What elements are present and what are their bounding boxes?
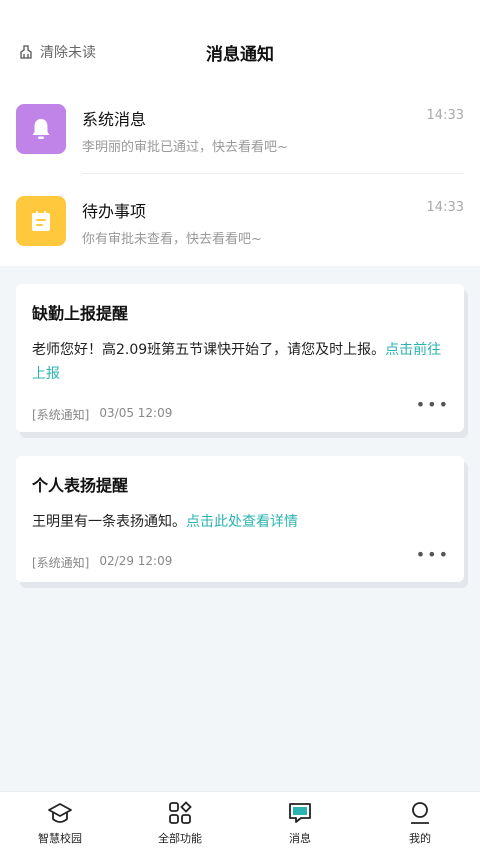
card-time: 03/05 12:09 xyxy=(99,406,173,420)
tab-label: 全部功能 xyxy=(158,831,202,845)
notification-feed: 缺勤上报提醒 老师您好！高2.09班第五节课快开始了，请您及时上报。点击前往上报… xyxy=(0,266,480,791)
card-body: 老师您好！高2.09班第五节课快开始了，请您及时上报。点击前往上报 xyxy=(32,338,448,386)
tab-label: 智慧校园 xyxy=(38,831,82,845)
system-message-icon-box xyxy=(16,104,66,154)
divider xyxy=(82,173,464,174)
page-title: 消息通知 xyxy=(206,45,274,65)
card-body: 王明里有一条表扬通知。点击此处查看详情 xyxy=(32,510,448,534)
tab-messages[interactable]: 消息 xyxy=(240,792,360,853)
apps-grid-icon xyxy=(169,800,192,824)
card-meta: [系统通知] 02/29 12:09 xyxy=(32,554,448,571)
message-time: 14:33 xyxy=(426,200,464,215)
card-time: 02/29 12:09 xyxy=(99,554,173,568)
todo-icon-box xyxy=(16,196,66,246)
tab-smart-campus[interactable]: 智慧校园 xyxy=(0,792,120,853)
message-desc: 你有审批未查看，快去看看吧~ xyxy=(82,232,262,247)
bell-icon xyxy=(32,119,50,139)
user-icon xyxy=(411,801,429,824)
tab-mine[interactable]: 我的 xyxy=(360,792,480,853)
message-title: 待办事项 xyxy=(82,202,147,221)
message-item-system[interactable]: 系统消息 李明丽的审批已通过，快去看看吧~ 14:33 xyxy=(0,100,480,192)
chat-icon xyxy=(289,802,311,823)
tab-label: 消息 xyxy=(289,831,311,845)
view-detail-link[interactable]: 点击此处查看详情 xyxy=(186,514,298,530)
header: 清除未读 消息通知 xyxy=(0,0,480,100)
graduation-cap-icon xyxy=(48,802,72,823)
card-body-text: 老师您好！高2.09班第五节课快开始了，请您及时上报。 xyxy=(32,342,386,358)
card-tag: [系统通知] xyxy=(32,408,90,422)
message-title: 系统消息 xyxy=(82,110,147,129)
message-time: 14:33 xyxy=(426,108,464,123)
notepad-icon xyxy=(32,211,50,231)
tab-all-functions[interactable]: 全部功能 xyxy=(120,792,240,853)
more-options-icon[interactable]: ••• xyxy=(416,545,450,564)
bottom-tab-bar: 智慧校园 全部功能 消息 我的 xyxy=(0,791,480,853)
notification-card-absence[interactable]: 缺勤上报提醒 老师您好！高2.09班第五节课快开始了，请您及时上报。点击前往上报… xyxy=(16,284,464,432)
card-body-text: 王明里有一条表扬通知。 xyxy=(32,514,186,530)
card-title: 缺勤上报提醒 xyxy=(32,304,129,323)
card-title: 个人表扬提醒 xyxy=(32,476,129,495)
message-category-list: 系统消息 李明丽的审批已通过，快去看看吧~ 14:33 待办事项 你有审批未查看… xyxy=(0,100,480,284)
card-meta: [系统通知] 03/05 12:09 xyxy=(32,406,448,423)
more-options-icon[interactable]: ••• xyxy=(416,395,450,414)
tab-label: 我的 xyxy=(409,831,431,845)
notification-card-praise[interactable]: 个人表扬提醒 王明里有一条表扬通知。点击此处查看详情 [系统通知] 02/29 … xyxy=(16,456,464,582)
card-tag: [系统通知] xyxy=(32,556,90,570)
message-desc: 李明丽的审批已通过，快去看看吧~ xyxy=(82,140,288,155)
